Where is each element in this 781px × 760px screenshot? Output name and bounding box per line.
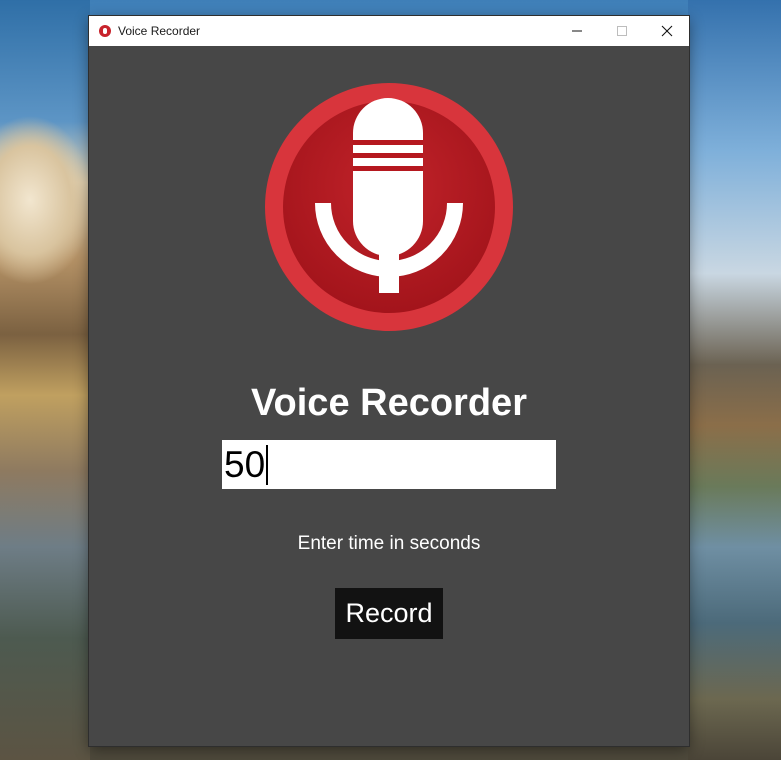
minimize-icon	[571, 30, 582, 32]
maximize-icon	[616, 26, 627, 36]
window-controls	[554, 16, 689, 46]
time-hint-label: Enter time in seconds	[297, 533, 481, 554]
app-heading: Voice Recorder	[251, 382, 527, 424]
text-caret	[266, 444, 269, 485]
microphone-logo-icon	[265, 83, 513, 331]
close-icon	[661, 25, 672, 37]
time-input[interactable]: 50	[222, 440, 556, 489]
app-content: Voice Recorder 50 Enter time in seconds …	[89, 46, 689, 746]
window-title: Voice Recorder	[118, 24, 201, 38]
minimize-button[interactable]	[554, 16, 599, 46]
microphone-icon	[99, 25, 111, 37]
record-button[interactable]: Record	[335, 588, 443, 639]
title-bar[interactable]: Voice Recorder	[89, 16, 689, 46]
app-window: Voice Recorder Voice Recorder 50 Enter t…	[89, 16, 689, 746]
maximize-button[interactable]	[599, 16, 644, 46]
desktop-wallpaper-left	[0, 0, 90, 760]
desktop-wallpaper-right	[688, 0, 781, 760]
close-button[interactable]	[644, 16, 689, 46]
time-input-value: 50	[224, 443, 266, 485]
